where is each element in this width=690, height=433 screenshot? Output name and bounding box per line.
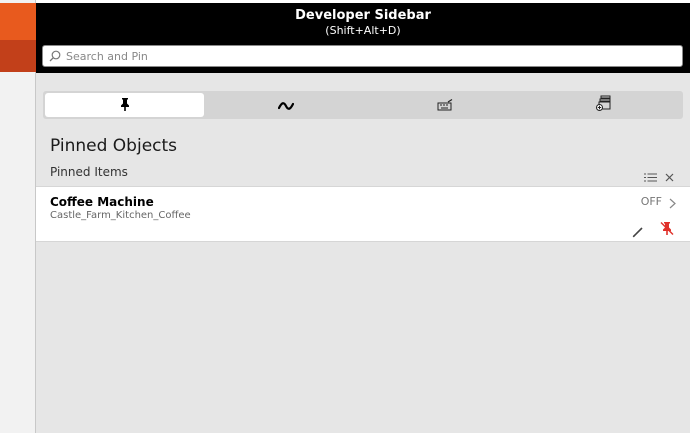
keyboard-icon — [437, 96, 453, 115]
unpin-icon[interactable] — [660, 221, 674, 240]
pinned-item-path: Castle_Farm_Kitchen_Coffee — [50, 210, 191, 221]
list-filter-icon[interactable] — [644, 167, 657, 186]
tab-add-stack[interactable] — [524, 91, 683, 119]
tab-pinned[interactable] — [45, 93, 204, 117]
section-title: Pinned Objects — [50, 136, 178, 156]
sidebar-accent-top[interactable] — [0, 3, 36, 40]
tab-bar — [43, 91, 683, 119]
search-input[interactable] — [66, 47, 682, 65]
panel-shortcut: (Shift+Alt+D) — [325, 24, 401, 37]
chevron-right-icon[interactable] — [669, 194, 676, 213]
wave-icon — [277, 96, 294, 115]
pinned-items-header: Pinned Items — [50, 165, 128, 179]
developer-sidebar-panel: Developer Sidebar (Shift+Alt+D) Search a… — [36, 3, 690, 433]
sidebar-accent-bottom[interactable] — [0, 40, 36, 72]
clear-pins-close-icon[interactable] — [665, 167, 674, 186]
tab-activity[interactable] — [206, 91, 365, 119]
panel-header: Developer Sidebar (Shift+Alt+D) — [36, 3, 690, 73]
panel-title: Developer Sidebar — [295, 8, 431, 23]
left-sidebar — [0, 0, 36, 433]
search-icon — [49, 50, 61, 62]
edit-pencil-icon[interactable] — [632, 223, 644, 242]
search-box[interactable] — [42, 45, 683, 67]
pinned-item-row[interactable]: Coffee Machine Castle_Farm_Kitchen_Coffe… — [36, 186, 690, 242]
pinned-item-state: OFF — [640, 195, 662, 208]
pin-icon — [119, 96, 131, 115]
add-stack-icon — [595, 95, 612, 115]
pinned-items-actions — [644, 167, 674, 186]
tab-keyboard[interactable] — [365, 91, 524, 119]
pinned-item-name: Coffee Machine — [50, 195, 154, 209]
